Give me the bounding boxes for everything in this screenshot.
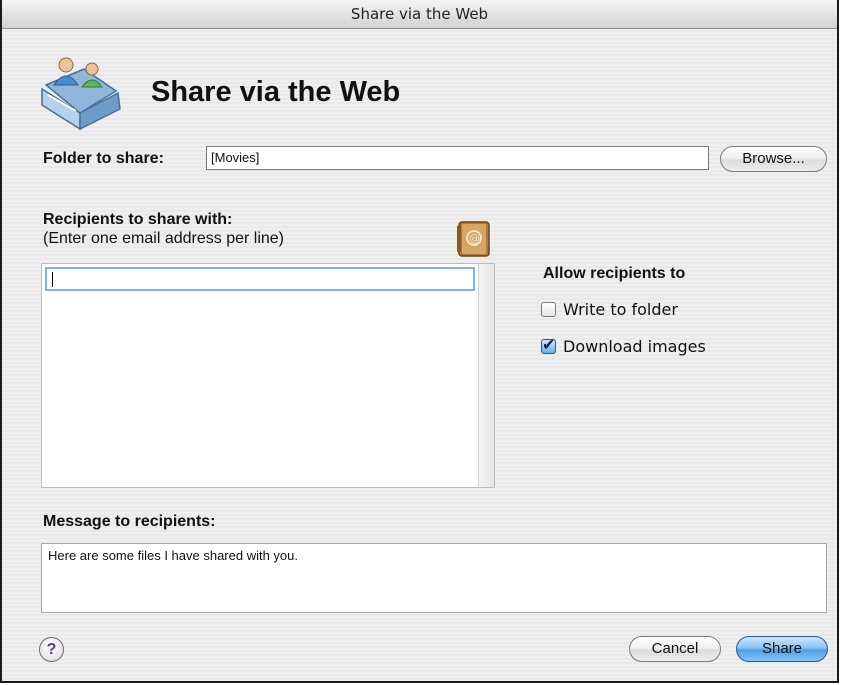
cancel-button[interactable]: Cancel xyxy=(629,636,721,662)
write-to-folder-label[interactable]: Write to folder xyxy=(563,300,678,319)
recipient-input-line[interactable] xyxy=(45,267,475,291)
dialog-heading: Share via the Web xyxy=(151,76,401,108)
write-to-folder-checkbox[interactable] xyxy=(541,302,556,317)
download-images-checkbox[interactable]: ✔ xyxy=(541,337,556,354)
download-images-label[interactable]: Download images xyxy=(563,337,706,356)
shared-folder-people-icon xyxy=(36,55,126,133)
text-caret xyxy=(52,272,53,287)
recipients-hint: (Enter one email address per line) xyxy=(43,230,285,247)
recipients-scrollbar[interactable] xyxy=(478,264,494,487)
message-label: Message to recipients: xyxy=(43,513,216,530)
checkmark-icon: ✔ xyxy=(542,337,556,354)
svg-text:@: @ xyxy=(469,232,480,245)
address-book-icon[interactable]: @ xyxy=(453,218,495,260)
recipients-textarea[interactable] xyxy=(41,263,495,488)
permissions-title: Allow recipients to xyxy=(543,265,686,282)
recipients-label: Recipients to share with: xyxy=(43,211,233,228)
share-dialog: Share via the Web Share via the Web Fold… xyxy=(0,0,839,683)
message-textarea[interactable]: Here are some files I have shared with y… xyxy=(41,543,827,613)
browse-button[interactable]: Browse... xyxy=(720,146,827,172)
help-button[interactable]: ? xyxy=(39,637,64,662)
folder-field[interactable]: [Movies] xyxy=(206,146,709,170)
window-title: Share via the Web xyxy=(2,0,837,29)
folder-label: Folder to share: xyxy=(43,150,164,167)
share-button[interactable]: Share xyxy=(736,636,828,662)
